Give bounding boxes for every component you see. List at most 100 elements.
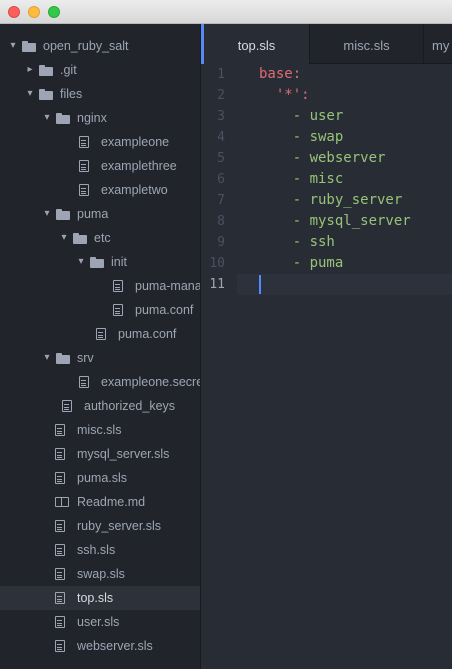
code-token: ruby_server <box>309 192 403 208</box>
tree-item-label: .git <box>60 63 77 77</box>
tree-folder[interactable]: ▾ srv <box>0 346 200 370</box>
tree-item-label: exampletwo <box>101 183 168 197</box>
code-line[interactable]: - misc <box>259 169 344 190</box>
tree-file[interactable]: exampletwo <box>0 178 200 202</box>
code-token: webserver <box>309 150 386 166</box>
tree-file[interactable]: Readme.md <box>0 490 200 514</box>
tree-file[interactable]: misc.sls <box>0 418 200 442</box>
tree-file[interactable]: puma.conf <box>0 298 200 322</box>
code-token: - <box>292 108 310 124</box>
tree-folder[interactable]: ▾ etc <box>0 226 200 250</box>
tree-folder[interactable]: ▾ nginx <box>0 106 200 130</box>
tree-file[interactable]: mysql_server.sls <box>0 442 200 466</box>
tab-top-sls[interactable]: top.sls <box>201 24 309 64</box>
code-line[interactable]: - ssh <box>259 232 335 253</box>
tree-file[interactable]: puma.sls <box>0 466 200 490</box>
tree-item-label: misc.sls <box>77 423 122 437</box>
chevron-down-icon[interactable]: ▾ <box>59 226 69 250</box>
code-token: ssh <box>309 234 335 250</box>
line-number: 9 <box>217 235 225 250</box>
tree-file[interactable]: webserver.sls <box>0 634 200 658</box>
code-token: - <box>292 192 310 208</box>
tree-file[interactable]: ssh.sls <box>0 538 200 562</box>
code-line[interactable]: - mysql_server <box>259 211 411 232</box>
window-maximize-button[interactable] <box>48 6 60 18</box>
code-token: - <box>292 213 310 229</box>
tree-folder[interactable]: ▾ puma <box>0 202 200 226</box>
code-line[interactable]: - puma <box>259 253 344 274</box>
tab-bar-border <box>309 63 452 64</box>
tree-item-label: open_ruby_salt <box>43 39 129 53</box>
tree-item-label: puma.sls <box>77 471 128 485</box>
code-token: - <box>292 255 310 271</box>
tree-file[interactable]: top.sls <box>0 586 200 610</box>
chevron-down-icon[interactable]: ▾ <box>8 34 18 58</box>
folder-icon <box>56 209 70 220</box>
file-text-icon <box>79 376 89 389</box>
tree-item-label: ruby_server.sls <box>77 519 162 533</box>
tree-file[interactable]: exampleone <box>0 130 200 154</box>
file-text-icon <box>55 592 65 605</box>
window-minimize-button[interactable] <box>28 6 40 18</box>
tree-file[interactable]: examplethree <box>0 154 200 178</box>
tree-folder[interactable]: ▾ init <box>0 250 200 274</box>
code-token: mysql_server <box>309 213 411 229</box>
tab-misc-sls[interactable]: misc.sls <box>310 24 423 64</box>
editor-pane: top.sls misc.sls my 1 2 3 4 5 6 7 8 9 10 11 base: … <box>201 24 452 669</box>
file-text-icon <box>55 616 65 629</box>
code-line[interactable]: '*': <box>259 85 310 106</box>
code-token: - <box>292 171 310 187</box>
file-text-icon <box>62 400 72 413</box>
code-token: swap <box>309 129 344 145</box>
code-line[interactable]: base: <box>259 64 301 85</box>
code-line[interactable]: - ruby_server <box>259 190 403 211</box>
chevron-down-icon[interactable]: ▾ <box>42 202 52 226</box>
file-text-icon <box>79 184 89 197</box>
tree-file[interactable]: puma.conf <box>0 322 200 346</box>
tree-item-label: Readme.md <box>77 495 146 509</box>
chevron-down-icon[interactable]: ▾ <box>42 106 52 130</box>
tree-file[interactable]: swap.sls <box>0 562 200 586</box>
code-token: - <box>292 150 310 166</box>
tree-file[interactable]: puma-manag <box>0 274 200 298</box>
line-number: 11 <box>209 277 225 292</box>
folder-icon <box>56 113 70 124</box>
chevron-down-icon[interactable]: ▾ <box>42 346 52 370</box>
tree-item-label: exampleone <box>101 135 170 149</box>
folder-icon <box>73 233 87 244</box>
code-line[interactable]: - webserver <box>259 148 386 169</box>
tree-file[interactable]: ruby_server.sls <box>0 514 200 538</box>
code-token: '*': <box>275 87 310 103</box>
code-line[interactable]: - swap <box>259 127 344 148</box>
tree-folder[interactable]: ▾ files <box>0 82 200 106</box>
file-text-icon <box>55 424 65 437</box>
tree-item-label: init <box>111 255 127 269</box>
tree-item-label: examplethree <box>101 159 177 173</box>
tree-file[interactable]: authorized_keys <box>0 394 200 418</box>
tree-item-label: mysql_server.sls <box>77 447 170 461</box>
tree-item-label: puma.conf <box>135 303 194 317</box>
line-number: 1 <box>217 67 225 82</box>
folder-icon <box>90 257 104 268</box>
code-token: base: <box>259 66 302 82</box>
tab-label: misc.sls <box>343 38 390 53</box>
file-tree-sidebar: ▾ open_ruby_salt ▸ .git ▾ files ▾ nginx exampleo… <box>0 24 200 669</box>
tree-item-label: swap.sls <box>77 567 125 581</box>
file-text-icon <box>113 304 123 317</box>
tree-item-label: puma.conf <box>118 327 177 341</box>
window-close-button[interactable] <box>8 6 20 18</box>
chevron-down-icon[interactable]: ▾ <box>76 250 86 274</box>
tree-item-label: exampleone.secret <box>101 375 200 389</box>
tree-folder[interactable]: ▸ .git <box>0 58 200 82</box>
chevron-right-icon[interactable]: ▸ <box>25 58 35 82</box>
chevron-down-icon[interactable]: ▾ <box>25 82 35 106</box>
tab-truncated[interactable]: my <box>424 24 452 64</box>
tree-item-label: top.sls <box>77 591 114 605</box>
line-number: 7 <box>217 193 225 208</box>
line-number: 4 <box>217 130 225 145</box>
tree-folder[interactable]: ▾ open_ruby_salt <box>0 34 200 58</box>
tree-file[interactable]: user.sls <box>0 610 200 634</box>
code-line[interactable]: - user <box>259 106 344 127</box>
tree-file[interactable]: exampleone.secret <box>0 370 200 394</box>
code-token: - <box>292 234 310 250</box>
